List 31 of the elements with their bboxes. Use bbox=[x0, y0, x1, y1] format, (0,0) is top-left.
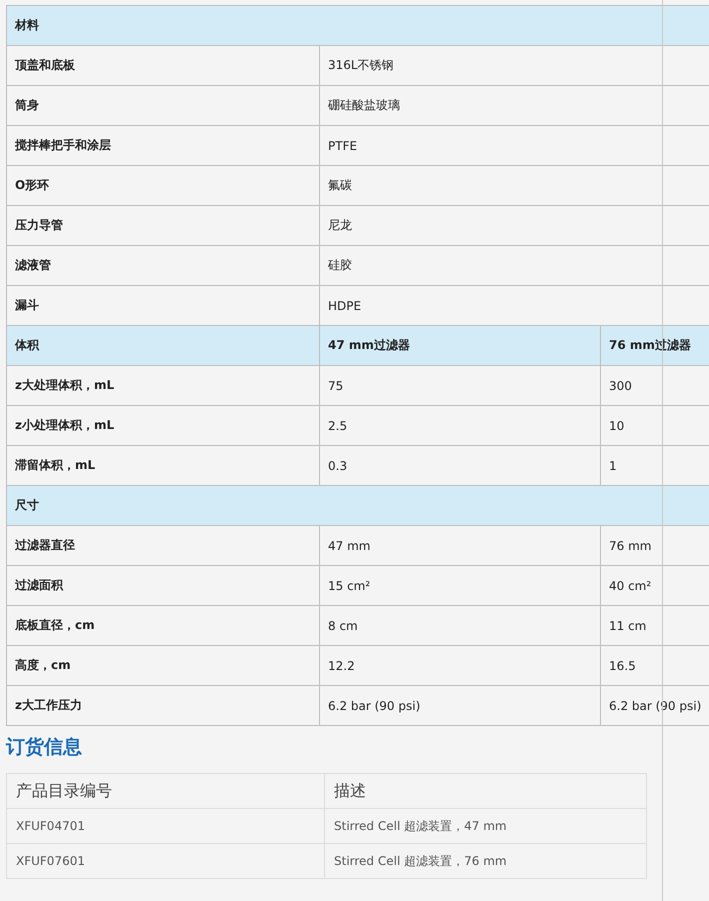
section-header-cell: 47 mm过滤器 bbox=[320, 326, 600, 366]
spec-label-cell: z大工作压力 bbox=[6, 686, 320, 726]
spec-value-cell: 6.2 bar (90 psi) bbox=[320, 686, 600, 726]
spec-label-cell: 过滤器直径 bbox=[6, 526, 320, 566]
spec-value-cell: 8 cm bbox=[320, 606, 600, 646]
column-header: 产品目录编号 bbox=[6, 774, 324, 808]
spec-label-cell: 高度，cm bbox=[6, 646, 320, 686]
spec-label-cell: 压力导管 bbox=[6, 206, 320, 246]
table-cell: Stirred Cell 超滤装置，47 mm bbox=[324, 808, 646, 844]
table-cell: XFUF07601 bbox=[6, 844, 324, 878]
spec-label-cell: 滤液管 bbox=[6, 246, 320, 286]
spec-value-cell: 47 mm bbox=[320, 526, 600, 566]
table-cell: XFUF04701 bbox=[6, 808, 324, 844]
section-header-cell: 尺寸 bbox=[6, 486, 709, 526]
spec-value-cell: 2.5 bbox=[320, 406, 600, 446]
spec-value-cell: 15 cm² bbox=[320, 566, 600, 606]
section-header-cell: 体积 bbox=[6, 326, 320, 366]
section-title: 订货信息 bbox=[6, 735, 83, 760]
spec-value-cell: 75 bbox=[320, 366, 600, 406]
spec-label-cell: 筒身 bbox=[6, 86, 320, 126]
spec-label-cell: 顶盖和底板 bbox=[6, 46, 320, 86]
section-header-cell: 材料 bbox=[6, 6, 709, 46]
column-header: 描述 bbox=[324, 774, 646, 808]
spec-label-cell: z小处理体积，mL bbox=[6, 406, 320, 446]
spec-label-cell: 过滤面积 bbox=[6, 566, 320, 606]
spec-label-cell: O形环 bbox=[6, 166, 320, 206]
spec-label-cell: 底板直径，cm bbox=[6, 606, 320, 646]
spec-label-cell: 搅拌棒把手和涂层 bbox=[6, 126, 320, 166]
spec-value-cell: 12.2 bbox=[320, 646, 600, 686]
spec-label-cell: z大处理体积，mL bbox=[6, 366, 320, 406]
table-cell: Stirred Cell 超滤装置，76 mm bbox=[324, 844, 646, 878]
